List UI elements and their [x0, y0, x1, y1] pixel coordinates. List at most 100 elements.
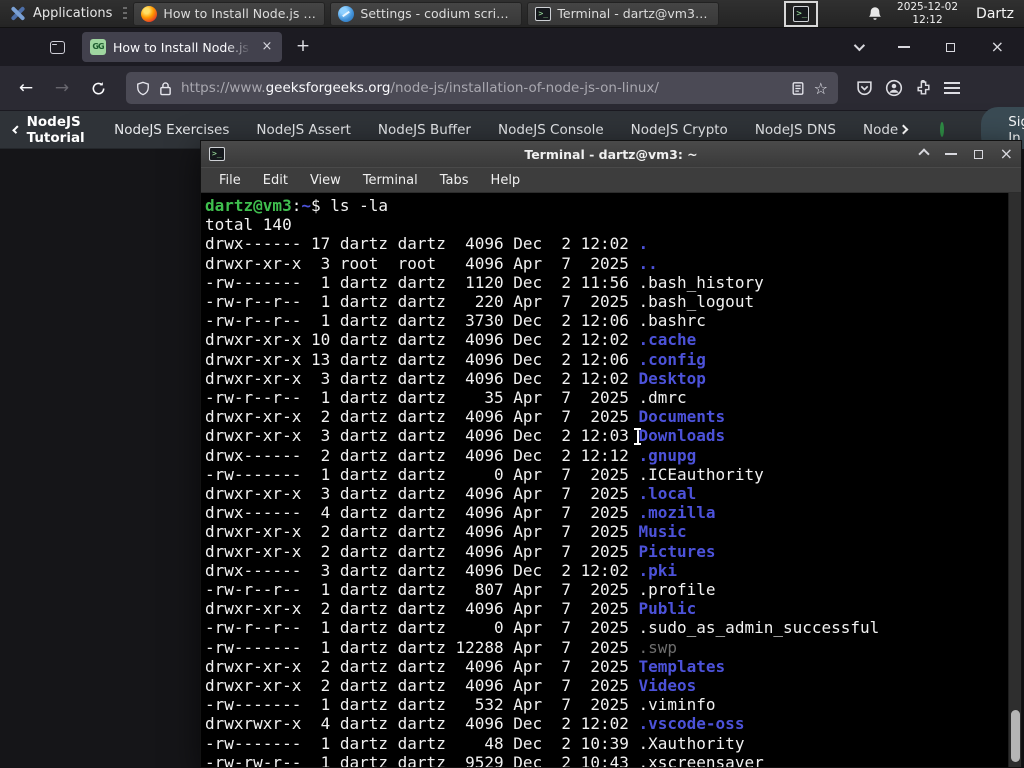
xfce-logo-icon	[9, 6, 26, 21]
menu-view[interactable]: View	[300, 170, 351, 191]
taskbar-button-terminal[interactable]: >_ Terminal - dartz@vm3: ~	[527, 1, 720, 26]
tracking-shield-icon[interactable]	[136, 81, 150, 96]
panel-separator-handle	[123, 6, 128, 21]
menu-tabs[interactable]: Tabs	[430, 170, 479, 191]
terminal-output: dartz@vm3:~$ ls -la total 140 drwx------ 1…	[205, 196, 1005, 767]
window-button-list: How to Install Node.js o... Settings - c…	[133, 0, 720, 27]
menu-file[interactable]: File	[209, 170, 251, 191]
search-icon[interactable]	[940, 122, 945, 137]
subnav-back-item[interactable]: NodeJS Tutorial	[12, 113, 87, 146]
terminal-ls-row: drwxr-xr-x 2 dartz dartz 4096 Apr 7 2025…	[205, 407, 726, 427]
list-all-tabs-chevron-icon[interactable]	[853, 39, 865, 52]
terminal-ls-row: drwxr-xr-x 2 dartz dartz 4096 Apr 7 2025…	[205, 522, 687, 542]
lock-icon[interactable]	[159, 81, 172, 96]
scrollbar-thumb[interactable]	[1011, 710, 1020, 762]
pocket-icon[interactable]	[856, 80, 873, 97]
menu-help[interactable]: Help	[481, 170, 531, 191]
terminal-scrollbar[interactable]	[1008, 193, 1021, 767]
chevron-right-icon	[898, 124, 909, 135]
back-button[interactable]: ←	[10, 73, 42, 103]
extensions-puzzle-icon[interactable]	[915, 79, 932, 97]
terminal-close-button[interactable]: ×	[1000, 146, 1013, 162]
subnav-item-buffer[interactable]: NodeJS Buffer	[378, 122, 471, 138]
url-bar[interactable]: https://www.geeksforgeeks.org/node-js/in…	[126, 72, 838, 104]
terminal-ls-row: -rw-r--r-- 1 dartz dartz 807 Apr 7 2025 …	[205, 580, 716, 600]
mouse-ibeam-cursor	[633, 428, 642, 445]
terminal-ls-row: -rw------- 1 dartz dartz 12288 Apr 7 202…	[205, 637, 678, 657]
terminal-ls-row: -rw-rw-r-- 1 dartz dartz 9529 Dec 2 10:4…	[205, 752, 764, 767]
desktop: Applications How to Install Node.js o...…	[0, 0, 1024, 768]
subnav-label: NodeJS Tutorial	[26, 113, 85, 146]
terminal-ls-row: -rw-r--r-- 1 dartz dartz 220 Apr 7 2025 …	[205, 292, 755, 312]
terminal-launcher-focused[interactable]: >_	[784, 0, 819, 27]
terminal-ls-row: drwx------ 3 dartz dartz 4096 Dec 2 12:0…	[205, 560, 678, 580]
terminal-ls-row: drwxr-xr-x 2 dartz dartz 4096 Apr 7 2025…	[205, 656, 726, 676]
tab-active[interactable]: GG How to Install Node.js on ×	[82, 32, 282, 62]
taskbar-label: Terminal - dartz@vm3: ~	[557, 6, 712, 21]
system-tray: 2025-12-02 12:12 Dartz	[867, 1, 1024, 26]
menu-edit[interactable]: Edit	[253, 170, 298, 191]
clock-applet[interactable]: 2025-12-02 12:12	[897, 1, 958, 26]
subnav-item-console[interactable]: NodeJS Console	[498, 122, 604, 138]
taskbar-label: How to Install Node.js o...	[163, 6, 318, 21]
url-text: https://www.geeksforgeeks.org/node-js/in…	[181, 80, 659, 96]
notifications-bell-icon[interactable]	[867, 6, 883, 22]
terminal-ls-row: drwxr-xr-x 13 dartz dartz 4096 Dec 2 12:…	[205, 349, 706, 369]
navigation-toolbar: ← → https://www.geeksforgeeks.org/node-j…	[0, 66, 1024, 111]
terminal-ls-row: drwxrwxr-x 4 dartz dartz 4096 Dec 2 12:0…	[205, 714, 745, 734]
new-tab-button[interactable]: +	[290, 34, 316, 60]
firefox-icon	[141, 5, 158, 22]
applications-label: Applications	[33, 6, 113, 21]
subnav-item-dns[interactable]: NodeJS DNS	[755, 122, 836, 138]
terminal-menubar: File Edit View Terminal Tabs Help	[201, 167, 1021, 193]
terminal-ls-row: -rw-r--r-- 1 dartz dartz 3730 Dec 2 12:0…	[205, 311, 706, 331]
firefox-view-button[interactable]	[42, 34, 72, 60]
terminal-ls-row: drwx------ 4 dartz dartz 4096 Apr 7 2025…	[205, 503, 716, 523]
reload-button[interactable]	[82, 73, 114, 103]
clock-time: 12:12	[912, 13, 943, 26]
firefox-view-icon	[49, 40, 65, 54]
taskbar-button-firefox[interactable]: How to Install Node.js o...	[133, 1, 326, 26]
terminal-maximize-button[interactable]	[973, 149, 983, 159]
tab-bar: GG How to Install Node.js on × + ×	[0, 28, 1024, 66]
terminal-shade-button[interactable]	[917, 148, 930, 160]
taskbar-button-codium-settings[interactable]: Settings - codium script...	[330, 1, 523, 26]
geeksforgeeks-favicon: GG	[90, 39, 106, 55]
window-close-button[interactable]: ×	[991, 39, 1004, 55]
forward-button[interactable]: →	[46, 73, 78, 103]
terminal-content[interactable]: dartz@vm3:~$ ls -la total 140 drwx------ 1…	[201, 193, 1021, 767]
bookmark-star-icon[interactable]: ☆	[814, 79, 828, 98]
taskbar-label: Settings - codium script...	[360, 6, 515, 21]
menu-terminal[interactable]: Terminal	[353, 170, 428, 191]
terminal-ls-row: drwx------ 2 dartz dartz 4096 Dec 2 12:1…	[205, 445, 697, 465]
window-minimize-button[interactable]	[897, 46, 910, 48]
terminal-ls-row: drwx------ 17 dartz dartz 4096 Dec 2 12:…	[205, 234, 649, 254]
toolbar-right-icons	[850, 79, 960, 97]
codium-icon	[338, 5, 355, 22]
applications-menu-button[interactable]: Applications	[0, 0, 121, 27]
terminal-ls-row: -rw-r--r-- 1 dartz dartz 0 Apr 7 2025 .s…	[205, 618, 880, 638]
terminal-ls-row: drwxr-xr-x 3 dartz dartz 4096 Dec 2 12:0…	[205, 426, 726, 446]
subnav-item-exercises[interactable]: NodeJS Exercises	[114, 122, 229, 138]
terminal-icon: >_	[209, 147, 225, 161]
terminal-prompt-line: dartz@vm3:~$ ls -la	[205, 196, 389, 215]
terminal-ls-row: drwxr-xr-x 10 dartz dartz 4096 Dec 2 12:…	[205, 330, 697, 350]
terminal-ls-row: -rw-r--r-- 1 dartz dartz 35 Apr 7 2025 .…	[205, 388, 687, 408]
subnav-item-assert[interactable]: NodeJS Assert	[256, 122, 351, 138]
terminal-ls-row: -rw------- 1 dartz dartz 1120 Dec 2 11:5…	[205, 272, 764, 292]
terminal-titlebar[interactable]: >_ Terminal - dartz@vm3: ~ ×	[201, 141, 1021, 167]
session-user-label[interactable]: Dartz	[972, 6, 1014, 22]
terminal-ls-row: drwxr-xr-x 3 root root 4096 Apr 7 2025 .…	[205, 253, 658, 273]
tab-close-icon[interactable]: ×	[258, 38, 276, 56]
window-maximize-button[interactable]	[945, 42, 955, 52]
terminal-window-title: Terminal - dartz@vm3: ~	[524, 146, 698, 162]
terminal-ls-row: drwxr-xr-x 2 dartz dartz 4096 Apr 7 2025…	[205, 676, 697, 696]
account-icon[interactable]	[885, 79, 903, 97]
chevron-left-icon	[12, 125, 21, 134]
reader-mode-icon[interactable]	[791, 81, 805, 96]
terminal-total-line: total 140	[205, 215, 292, 235]
app-menu-hamburger-icon[interactable]	[944, 82, 960, 94]
subnav-item-overflow[interactable]: Node	[863, 122, 909, 138]
terminal-minimize-button[interactable]	[944, 153, 957, 155]
subnav-item-crypto[interactable]: NodeJS Crypto	[631, 122, 728, 138]
